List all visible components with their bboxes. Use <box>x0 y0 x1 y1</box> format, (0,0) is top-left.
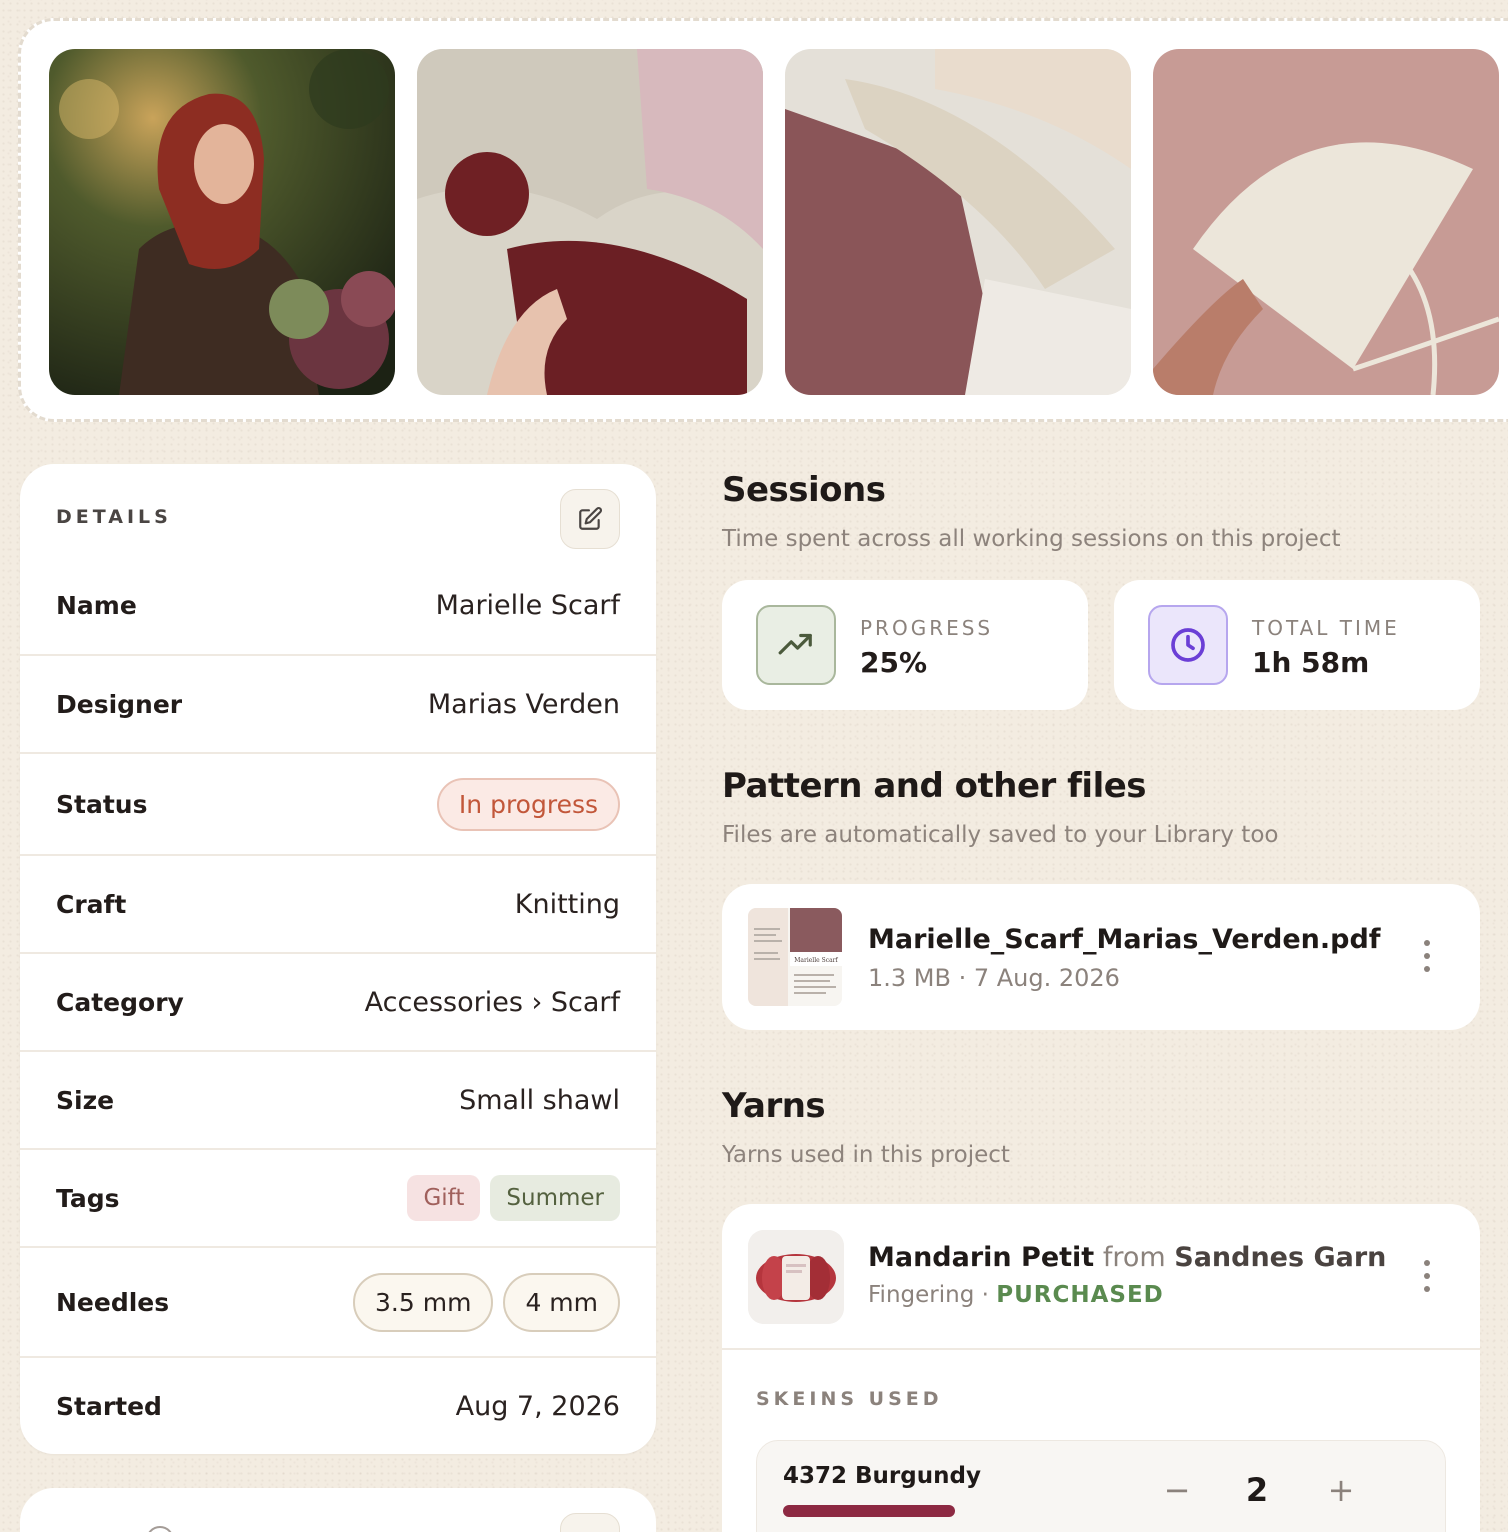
yarn-meta: Fingering · PURCHASED <box>868 1282 1164 1308</box>
pdf-thumb-caption: Marielle Scarf <box>794 957 838 964</box>
photo-shawl-pink-cream <box>785 49 1131 395</box>
detail-row-status: Status In progress <box>20 752 656 854</box>
yarn-title[interactable]: Mandarin Petit from Sandnes Garn <box>868 1242 1386 1273</box>
detail-row-craft: Craft Knitting <box>20 854 656 952</box>
yarn-item: Mandarin Petit from Sandnes Garn Fingeri… <box>722 1204 1480 1532</box>
yarn-status: PURCHASED <box>996 1282 1164 1308</box>
tag-summer[interactable]: Summer <box>490 1175 620 1221</box>
edit-details-button[interactable] <box>560 489 620 549</box>
files-title: Pattern and other files <box>722 766 1147 806</box>
details-card: DETAILS Name Marielle Scarf Designer Mar… <box>20 464 656 1454</box>
yarn-name: Mandarin Petit <box>868 1242 1095 1273</box>
total-time-value: 1h 58m <box>1252 646 1370 679</box>
sessions-subtitle: Time spent across all working sessions o… <box>722 526 1341 552</box>
colorway-swatch <box>783 1505 955 1517</box>
yarns-subtitle: Yarns used in this project <box>722 1142 1010 1168</box>
trending-up-icon <box>778 633 812 655</box>
gallery-photo-4[interactable] <box>1153 49 1499 395</box>
decrease-skeins-button[interactable]: − <box>1157 1471 1197 1509</box>
progress-card: PROGRESS 25% <box>722 580 1088 710</box>
photo-gallery <box>18 18 1508 422</box>
yarn-thumbnail <box>748 1230 844 1324</box>
craft-label: Craft <box>56 889 127 919</box>
photo-finished-scarf <box>1153 49 1499 395</box>
total-time-card: TOTAL TIME 1h 58m <box>1114 580 1480 710</box>
size-label: Size <box>56 1085 115 1115</box>
gallery-photo-3[interactable] <box>785 49 1131 395</box>
gallery-photo-1[interactable] <box>49 49 395 395</box>
skeins-used-label: SKEINS USED <box>756 1388 943 1410</box>
skein-row: 4372 Burgundy − 2 + <box>756 1440 1446 1532</box>
size-value: Small shawl <box>459 1084 620 1116</box>
detail-row-size: Size Small shawl <box>20 1050 656 1148</box>
more-vertical-icon[interactable] <box>1424 1260 1432 1292</box>
category-value: Accessories › Scarf <box>364 986 620 1018</box>
detail-row-category: Category Accessories › Scarf <box>20 952 656 1050</box>
category-label: Category <box>56 987 184 1017</box>
detail-row-needles: Needles 3.5 mm 4 mm <box>20 1246 656 1356</box>
yarns-title: Yarns <box>722 1086 826 1126</box>
name-value: Marielle Scarf <box>435 589 620 621</box>
yarn-meta-separator: · <box>974 1282 997 1308</box>
file-item[interactable]: Marielle Scarf Marielle_Scarf_Marias_Ver… <box>722 884 1480 1030</box>
file-name: Marielle_Scarf_Marias_Verden.pdf <box>868 924 1381 955</box>
tag-gift[interactable]: Gift <box>407 1175 481 1221</box>
detail-row-designer: Designer Marias Verden <box>20 654 656 752</box>
secondary-card-button[interactable] <box>560 1513 620 1532</box>
files-subtitle: Files are automatically saved to your Li… <box>722 822 1279 848</box>
craft-value: Knitting <box>514 888 620 920</box>
tags-label: Tags <box>56 1183 120 1213</box>
pdf-preview-image: Marielle Scarf <box>748 908 842 1006</box>
progress-icon-tile <box>756 605 836 685</box>
photo-knitting-burgundy <box>417 49 763 395</box>
tag-list: Gift Summer <box>397 1175 620 1221</box>
needle-4mm[interactable]: 4 mm <box>503 1272 620 1332</box>
status-badge[interactable]: In progress <box>436 777 620 831</box>
info-icon <box>146 1526 174 1532</box>
edit-icon <box>579 507 602 530</box>
designer-value: Marias Verden <box>427 688 620 720</box>
gallery-photo-2[interactable] <box>417 49 763 395</box>
yarn-from: from <box>1102 1242 1166 1273</box>
detail-row-name: Name Marielle Scarf <box>20 556 656 654</box>
increase-skeins-button[interactable]: + <box>1321 1471 1361 1509</box>
detail-row-started: Started Aug 7, 2026 <box>20 1356 656 1454</box>
needles-label: Needles <box>56 1287 170 1317</box>
secondary-card <box>20 1488 656 1532</box>
yarn-weight: Fingering <box>868 1282 975 1308</box>
time-icon-tile <box>1148 605 1228 685</box>
started-label: Started <box>56 1391 162 1421</box>
pdf-thumbnail: Marielle Scarf <box>748 908 842 1006</box>
sessions-title: Sessions <box>722 470 886 510</box>
needle-list: 3.5 mm 4 mm <box>343 1272 620 1332</box>
detail-row-tags: Tags Gift Summer <box>20 1148 656 1246</box>
clock-icon <box>1171 628 1205 662</box>
status-label: Status <box>56 789 148 819</box>
yarn-skein-image <box>748 1230 844 1324</box>
file-meta: 1.3 MB · 7 Aug. 2026 <box>868 964 1120 992</box>
progress-label: PROGRESS <box>860 616 994 640</box>
yarn-brand: Sandnes Garn <box>1174 1242 1387 1273</box>
name-label: Name <box>56 590 137 620</box>
designer-label: Designer <box>56 689 183 719</box>
more-vertical-icon[interactable] <box>1424 940 1432 972</box>
colorway-name: 4372 Burgundy <box>783 1463 981 1489</box>
skeins-count: 2 <box>1245 1471 1269 1509</box>
started-value: Aug 7, 2026 <box>455 1390 620 1422</box>
progress-value: 25% <box>860 646 928 679</box>
needle-3-5mm[interactable]: 3.5 mm <box>353 1272 494 1332</box>
total-time-label: TOTAL TIME <box>1252 616 1400 640</box>
details-heading: DETAILS <box>56 506 172 528</box>
yarn-divider <box>722 1348 1480 1350</box>
photo-woman-headscarf <box>49 49 395 395</box>
